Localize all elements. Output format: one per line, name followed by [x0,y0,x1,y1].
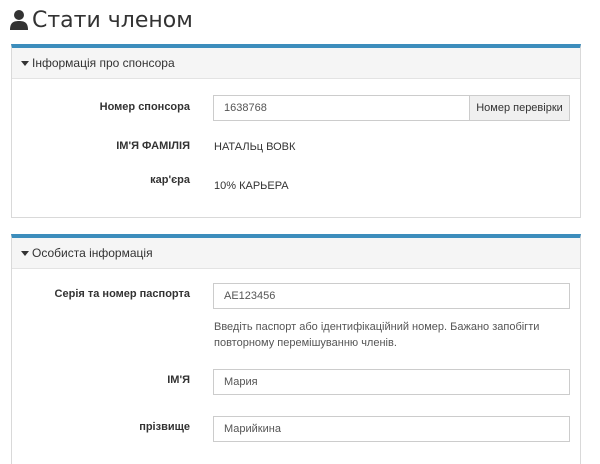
page-title: Стати членом [10,4,193,36]
sponsor-name-label: ІМ'Я ФАМІЛІЯ [116,140,190,152]
check-number-button-label: Номер перевірки [476,102,563,114]
check-number-button[interactable]: Номер перевірки [469,95,570,121]
sponsor-career-row: кар'єра 10% КАРЬЕРА [12,172,580,202]
last-name-input[interactable]: Марийкина [213,416,570,442]
first-name-label: ІМ'Я [167,374,190,386]
sponsor-number-value: 1638768 [224,102,267,114]
passport-placeholder: AE123456 [224,290,276,302]
personal-info-panel-title: Особиста інформація [32,246,153,260]
sponsor-number-input[interactable]: 1638768 [213,95,469,121]
personal-info-panel: Особиста інформація Серія та номер паспо… [11,234,581,464]
caret-down-icon [21,60,29,66]
sponsor-info-panel: Інформація про спонсора Номер спонсора 1… [11,44,581,218]
sponsor-career-value: 10% КАРЬЕРА [214,180,289,192]
first-name-placeholder: Мария [224,376,258,388]
caret-down-icon [21,250,29,256]
sponsor-info-panel-title: Інформація про спонсора [32,56,175,70]
passport-help-text: Введіть паспорт або ідентифікаційний ном… [214,321,540,349]
sponsor-number-label: Номер спонсора [99,101,190,113]
last-name-label: прізвище [139,421,190,433]
passport-row: Серія та номер паспорта AE123456 [12,282,580,312]
sponsor-number-row: Номер спонсора 1638768 Номер перевірки [12,93,580,123]
user-icon [10,10,28,30]
last-name-row: прізвище Марийкина [12,415,580,445]
sponsor-info-panel-header[interactable]: Інформація про спонсора [12,48,580,79]
passport-input[interactable]: AE123456 [213,283,570,309]
last-name-placeholder: Марийкина [224,423,281,435]
first-name-row: ІМ'Я Мария [12,368,580,398]
sponsor-career-label: кар'єра [150,174,190,186]
passport-label: Серія та номер паспорта [54,288,190,300]
first-name-input[interactable]: Мария [213,369,570,395]
sponsor-name-row: ІМ'Я ФАМІЛІЯ НАТАЛЬц ВОВК [12,136,580,156]
sponsor-name-value: НАТАЛЬц ВОВК [214,141,296,153]
page-title-text: Стати членом [32,7,193,33]
personal-info-panel-header[interactable]: Особиста інформація [12,238,580,269]
